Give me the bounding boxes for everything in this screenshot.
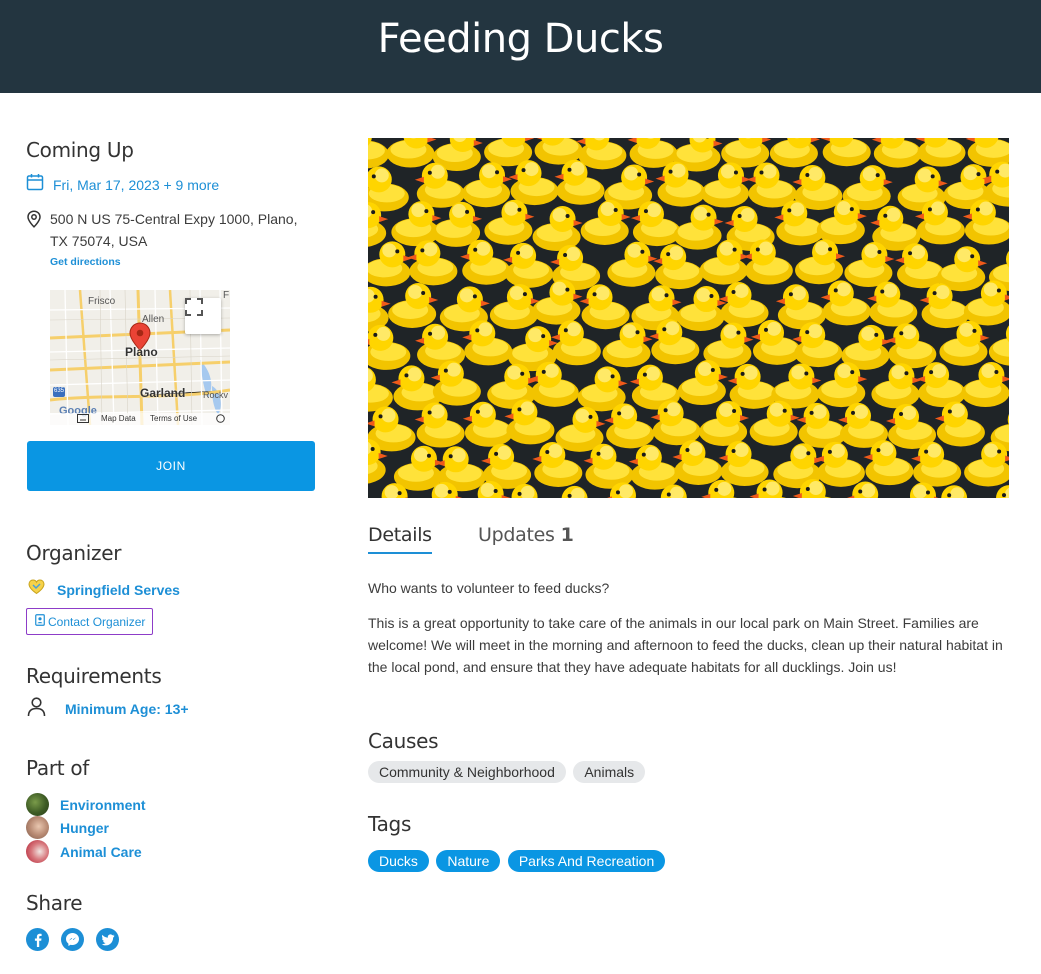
calendar-icon: [26, 173, 44, 196]
map-data-link[interactable]: Map Data: [101, 414, 136, 423]
causes-heading: Causes: [368, 729, 439, 753]
contact-card-icon: [35, 614, 45, 629]
rubber-ducks-illustration: [368, 138, 1009, 498]
requirements-heading: Requirements: [26, 664, 162, 688]
tags-heading: Tags: [368, 812, 412, 836]
cause-chip[interactable]: Animals: [573, 761, 646, 783]
fullscreen-button[interactable]: [185, 298, 221, 334]
map-label-allen: Allen: [142, 314, 165, 325]
tag-chip[interactable]: Ducks: [368, 850, 429, 872]
updates-count-badge: 1: [560, 524, 574, 546]
share-links: [26, 928, 119, 951]
event-date-row[interactable]: Fri, Mar 17, 2023 + 9 more: [26, 173, 219, 196]
event-address: 500 N US 75-Central Expy 1000, Plano, TX…: [50, 211, 298, 249]
map-label-frisco: Frisco: [88, 296, 116, 307]
hunger-thumbnail: [26, 816, 49, 839]
part-of-item-environment[interactable]: Environment: [26, 793, 146, 816]
requirement-min-age: Minimum Age: 13+: [26, 696, 189, 722]
get-directions-link[interactable]: Get directions: [50, 256, 121, 268]
tag-chip[interactable]: Nature: [436, 850, 501, 872]
min-age-link[interactable]: Minimum Age: 13+: [65, 701, 189, 717]
page-title: Feeding Ducks: [377, 16, 664, 62]
organizer-name-link[interactable]: Springfield Serves: [57, 582, 180, 598]
tab-updates[interactable]: Updates 1: [478, 524, 574, 546]
part-of-label: Environment: [60, 796, 146, 813]
tab-updates-label: Updates: [478, 524, 555, 546]
environment-thumbnail: [26, 793, 49, 816]
part-of-label: Animal Care: [60, 843, 142, 860]
messenger-icon[interactable]: [61, 928, 84, 951]
page-header: Feeding Ducks: [0, 0, 1041, 93]
coming-up-heading: Coming Up: [26, 138, 134, 162]
contact-organizer-label: Contact Organizer: [48, 614, 146, 629]
map-label-f-edge: F: [223, 290, 230, 301]
map-label-rockwall: Rockv: [203, 390, 229, 400]
facebook-icon[interactable]: [26, 928, 49, 951]
terms-of-use-link[interactable]: Terms of Use: [150, 414, 197, 423]
tab-details[interactable]: Details: [368, 524, 432, 554]
person-icon: [26, 696, 47, 722]
details-intro: Who wants to volunteer to feed ducks?: [368, 580, 610, 596]
location-pin-icon: [26, 210, 42, 252]
organizer-heading: Organizer: [26, 541, 122, 565]
location-map[interactable]: Frisco F Allen Plano Garland Rockv 635 G…: [50, 290, 230, 425]
organizer-row[interactable]: Springfield Serves: [28, 579, 180, 600]
map-label-interstate: 635: [54, 388, 65, 394]
share-heading: Share: [26, 891, 83, 915]
map-label-plano: Plano: [125, 345, 158, 359]
contact-organizer-button[interactable]: Contact Organizer: [26, 608, 154, 635]
event-location: 500 N US 75-Central Expy 1000, Plano, TX…: [26, 208, 310, 252]
event-date-link[interactable]: Fri, Mar 17, 2023 + 9 more: [53, 177, 219, 193]
twitter-icon[interactable]: [96, 928, 119, 951]
heart-logo-icon: [28, 579, 45, 600]
event-hero-image: [368, 138, 1009, 498]
details-body: This is a great opportunity to take care…: [368, 615, 1003, 675]
part-of-item-animal-care[interactable]: Animal Care: [26, 840, 142, 863]
tags-list: Ducks Nature Parks And Recreation: [368, 850, 668, 872]
map-footer: Map Data Terms of Use: [50, 413, 230, 425]
part-of-label: Hunger: [60, 819, 109, 836]
part-of-item-hunger[interactable]: Hunger: [26, 816, 109, 839]
tag-chip[interactable]: Parks And Recreation: [507, 850, 666, 872]
causes-list: Community & Neighborhood Animals: [368, 761, 648, 783]
map-label-garland: Garland: [140, 386, 186, 400]
animal-care-thumbnail: [26, 840, 49, 863]
cause-chip[interactable]: Community & Neighborhood: [368, 761, 566, 783]
join-button[interactable]: JOIN: [27, 441, 315, 491]
part-of-heading: Part of: [26, 756, 90, 780]
